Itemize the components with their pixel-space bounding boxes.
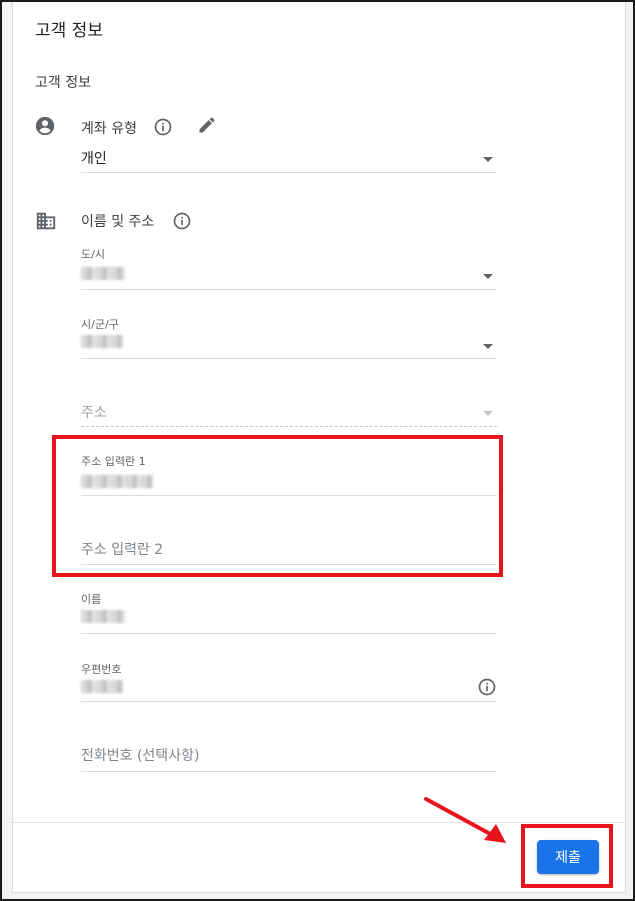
name-label: 이름 <box>81 593 102 606</box>
arrow-annotation-icon <box>424 797 506 843</box>
account-type-select[interactable]: 개인 <box>81 142 497 173</box>
postal-code-input[interactable]: 우편번호 <box>81 658 497 702</box>
name-input[interactable]: 이름 <box>81 588 497 634</box>
postal-code-label: 우편번호 <box>81 663 122 676</box>
window-frame: 고객 정보 고객 정보 계좌 유형 개인 이름 및 주소 도/시 시/군/구 주… <box>0 0 635 901</box>
submit-button[interactable]: 제출 <box>537 840 599 874</box>
account-type-value: 개인 <box>81 151 107 167</box>
address-placeholder: 주소 <box>81 405 107 421</box>
phone-placeholder: 전화번호 (선택사항) <box>81 748 200 764</box>
edit-pencil-icon[interactable] <box>197 115 217 135</box>
name-address-label: 이름 및 주소 <box>81 214 155 230</box>
province-label: 도/시 <box>81 248 105 261</box>
building-icon <box>36 212 56 230</box>
account-type-label: 계좌 유형 <box>81 121 137 137</box>
address-select[interactable]: 주소 <box>81 394 497 427</box>
account-circle-icon <box>35 116 55 136</box>
province-value-redacted <box>81 267 125 280</box>
city-value-redacted <box>81 335 123 348</box>
phone-input[interactable]: 전화번호 (선택사항) <box>81 737 497 772</box>
city-label: 시/군/구 <box>81 318 119 331</box>
chevron-down-icon <box>483 274 493 279</box>
chevron-down-icon <box>483 411 493 416</box>
info-icon[interactable] <box>153 117 173 137</box>
chevron-down-icon <box>483 344 493 349</box>
info-icon[interactable] <box>477 677 497 697</box>
section-title: 고객 정보 <box>35 75 91 91</box>
address-fields-highlight <box>52 435 503 577</box>
city-select[interactable]: 시/군/구 <box>81 312 497 359</box>
info-icon[interactable] <box>172 211 192 231</box>
postal-code-value-redacted <box>81 680 123 693</box>
dialog-title: 고객 정보 <box>35 21 103 41</box>
province-select[interactable]: 도/시 <box>81 242 497 290</box>
name-value-redacted <box>81 610 125 623</box>
footer-divider <box>13 822 625 823</box>
chevron-down-icon <box>483 157 493 162</box>
